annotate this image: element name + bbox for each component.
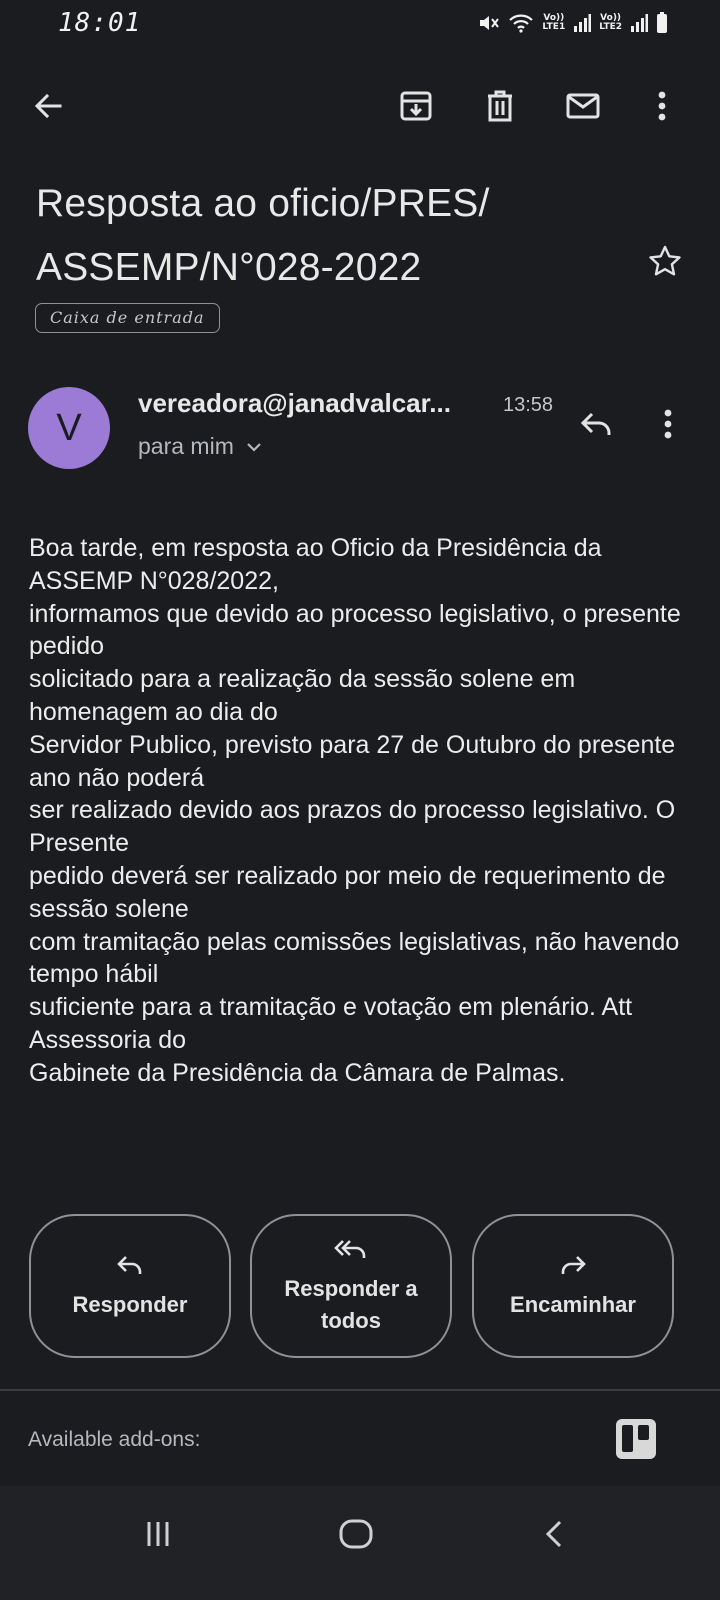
more-options-button[interactable]: [640, 84, 684, 128]
recents-icon: [144, 1520, 172, 1548]
reply-button[interactable]: Responder: [29, 1214, 231, 1358]
subject-line-1: Resposta ao oficio/PRES/: [36, 182, 490, 225]
recipient-details[interactable]: para mim: [138, 433, 262, 460]
sender-address[interactable]: vereadora@janadvalcar...: [138, 388, 492, 419]
subject-line-2: ASSEMP/N°028-2022: [36, 246, 422, 289]
more-vert-icon: [658, 91, 666, 121]
body-line: Servidor Publico, previsto para 27 de Ou…: [29, 730, 676, 792]
home-icon: [339, 1519, 373, 1549]
avatar[interactable]: V: [28, 387, 110, 469]
archive-button[interactable]: [393, 84, 439, 128]
mail-icon: [566, 93, 600, 119]
divider: [0, 1389, 720, 1391]
star-icon: [648, 244, 682, 278]
mute-icon: [478, 13, 500, 33]
nav-back-button[interactable]: [532, 1512, 576, 1556]
delete-button[interactable]: [478, 84, 522, 128]
status-time: 18:01: [58, 8, 142, 38]
star-button[interactable]: [642, 238, 688, 284]
forward-label: Encaminhar: [510, 1292, 636, 1317]
reply-label: Responder: [72, 1292, 188, 1317]
back-button[interactable]: [26, 84, 70, 128]
lte2-indicator: Vo)) LTE2: [599, 13, 622, 32]
status-icons: Vo)) LTE1 Vo)) LTE2: [478, 12, 668, 34]
body-line: Gabinete da Presidência da Câmara de Pal…: [29, 1058, 566, 1087]
signal2-icon: [630, 14, 648, 32]
body-line: ser realizado devido aos prazos do proce…: [29, 796, 676, 858]
body-line: com tramitação pelas comissões legislati…: [29, 927, 680, 989]
email-time: 13:58: [503, 394, 554, 416]
body-line: suficiente para a tramitação e votação e…: [29, 993, 633, 1054]
inbox-label-chip[interactable]: Caixa de entrada: [35, 303, 220, 333]
archive-icon: [400, 90, 432, 122]
reply-all-button[interactable]: Responder a todos: [250, 1214, 452, 1358]
body-line: solicitado para a realização da sessão s…: [29, 665, 576, 726]
chevron-down-icon: [246, 442, 262, 452]
body-line: Boa tarde, em resposta ao Oficio da Pres…: [29, 534, 602, 595]
trello-icon[interactable]: [616, 1419, 656, 1459]
forward-button[interactable]: Encaminhar: [472, 1214, 674, 1358]
addons-label: Available add-ons:: [28, 1428, 201, 1451]
reply-icon: [580, 411, 612, 437]
forward-icon: [559, 1251, 587, 1279]
nav-back-icon: [544, 1519, 564, 1549]
mark-unread-button[interactable]: [561, 84, 605, 128]
recipient-label: para mim: [138, 433, 234, 459]
more-vert-icon: [664, 409, 672, 439]
recents-button[interactable]: [136, 1512, 180, 1556]
wifi-icon: [508, 13, 534, 33]
body-line: informamos que devido ao processo legisl…: [29, 599, 681, 661]
home-button[interactable]: [334, 1512, 378, 1556]
signal1-icon: [573, 14, 592, 32]
email-subject: Resposta ao oficio/PRES/ ASSEMP/N°028-20…: [36, 172, 636, 300]
lte1-indicator: Vo)) LTE1: [542, 13, 566, 32]
reply-icon-button[interactable]: [574, 402, 618, 446]
message-more-button[interactable]: [646, 402, 690, 446]
battery-icon: [656, 12, 668, 34]
reply-all-label: Responder a todos: [284, 1276, 418, 1333]
trash-icon: [485, 90, 515, 122]
email-body: Boa tarde, em resposta ao Oficio da Pres…: [29, 532, 699, 1090]
reply-all-icon: [334, 1235, 368, 1263]
arrow-left-icon: [33, 91, 63, 121]
reply-icon: [116, 1251, 144, 1279]
body-line: pedido deverá ser realizado por meio de …: [29, 861, 666, 923]
